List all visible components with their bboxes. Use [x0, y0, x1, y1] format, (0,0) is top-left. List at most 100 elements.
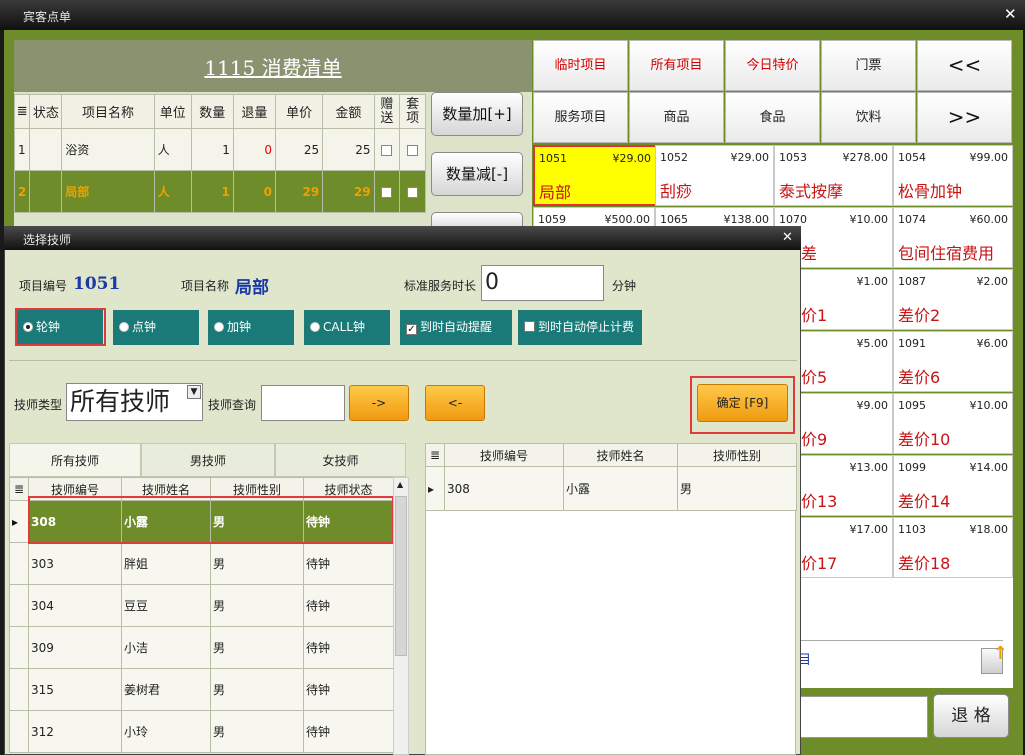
qty-add-button[interactable]: 数量加[+]	[431, 92, 523, 136]
tech-sex: 男	[210, 668, 304, 711]
row-gift-checkbox[interactable]	[373, 170, 401, 213]
std-time-input[interactable]: 0	[481, 265, 604, 301]
cat-today-special[interactable]: 今日特价	[725, 40, 820, 91]
bill-col-set: 套项	[399, 94, 426, 129]
tech-scrollbar[interactable]: ▲	[393, 477, 409, 755]
row-unit: 人	[153, 170, 192, 213]
table-row[interactable]: 309 小洁 男 待钟	[9, 626, 394, 669]
item-tile-1074[interactable]: 1074 ¥60.00 包间住宿费用	[893, 207, 1013, 268]
tile-price: ¥9.00	[856, 399, 889, 412]
scroll-up-icon[interactable]: ▲	[397, 480, 403, 489]
arrow-right-button[interactable]: ->	[349, 385, 409, 421]
row-amount: 29	[322, 170, 375, 213]
tile-code: 1087	[898, 275, 926, 288]
table-row[interactable]: 304 豆豆 男 待钟	[9, 584, 394, 627]
bill-col-qty: 数量	[190, 94, 234, 129]
table-row[interactable]: 1 浴资 人 1 0 25 25	[13, 128, 426, 171]
item-tile-1051[interactable]: 1051 ¥29.00 局部	[533, 145, 657, 206]
tech-search-input[interactable]	[261, 385, 345, 421]
tile-price: ¥17.00	[849, 523, 889, 536]
tech-col-id: 技师编号	[28, 477, 122, 501]
tile-name: 价5	[801, 368, 828, 387]
radio-icon	[214, 322, 224, 332]
qty-sub-button[interactable]: 数量减[-]	[431, 152, 523, 196]
table-row[interactable]: 312 小玲 男 待钟	[9, 710, 394, 753]
bill-col-return: 退量	[232, 94, 276, 129]
main-close-icon[interactable]: ✕	[1004, 7, 1017, 22]
dialog-title: 选择技师	[23, 233, 72, 247]
confirm-button[interactable]: 确定 [F9]	[697, 384, 788, 422]
tech-state: 待钟	[303, 500, 394, 543]
item-tile-1103[interactable]: 1103 ¥18.00 差价18	[893, 517, 1013, 578]
bill-row-header-icon: ≣	[13, 94, 31, 129]
tile-price: ¥99.00	[969, 151, 1009, 164]
tile-code: 1095	[898, 399, 926, 412]
cat-goods[interactable]: 商品	[629, 92, 724, 143]
cat-prev-button[interactable]: <<	[917, 40, 1012, 91]
item-tile-1095[interactable]: 1095 ¥10.00 差价10	[893, 393, 1013, 454]
item-tile-1091[interactable]: 1091 ¥6.00 差价6	[893, 331, 1013, 392]
dialog-close-icon[interactable]: ✕	[782, 230, 793, 245]
bill-title: 1115 消费清单	[204, 56, 342, 80]
tile-name: 松骨加钟	[898, 182, 963, 201]
upload-icon[interactable]: ↑	[981, 643, 1008, 674]
row-price: 29	[274, 170, 324, 213]
table-row[interactable]: 303 胖姐 男 待钟	[9, 542, 394, 585]
cat-drinks[interactable]: 饮料	[821, 92, 916, 143]
tech-id: 303	[28, 542, 122, 585]
bill-header: 1115 消费清单	[14, 40, 532, 92]
table-row[interactable]: 2 局部 人 1 0 29 29	[13, 170, 426, 213]
row-unit: 人	[153, 128, 192, 171]
table-row[interactable]: 315 姜树君 男 待钟	[9, 668, 394, 711]
arrow-left-button[interactable]: <-	[425, 385, 485, 421]
table-row[interactable]: ▸ 308 小露 男 待钟	[9, 500, 394, 543]
tech-sex: 男	[210, 500, 304, 543]
bill-col-name: 项目名称	[61, 94, 155, 129]
tech-id: 309	[28, 626, 122, 669]
row-set-checkbox[interactable]	[399, 170, 426, 213]
row-set-checkbox[interactable]	[399, 128, 426, 171]
tab-male-techs[interactable]: 男技师	[141, 443, 275, 477]
chevron-down-icon[interactable]: ▼	[187, 385, 201, 399]
tile-price: ¥10.00	[969, 399, 1009, 412]
radio-label: CALL钟	[323, 320, 365, 334]
check-label: 到时自动提醒	[420, 320, 493, 334]
item-code-label: 项目编号	[19, 279, 68, 293]
radio-call-clock[interactable]: CALL钟	[304, 310, 390, 345]
tab-all-techs[interactable]: 所有技师	[9, 443, 141, 477]
tech-id: 315	[28, 668, 122, 711]
radio-point-clock[interactable]: 点钟	[113, 310, 199, 345]
cat-tickets[interactable]: 门票	[821, 40, 916, 91]
scroll-thumb[interactable]	[395, 496, 407, 656]
cat-temp-items[interactable]: 临时项目	[533, 40, 628, 91]
item-tile-1087[interactable]: 1087 ¥2.00 差价2	[893, 269, 1013, 330]
item-tile-1099[interactable]: 1099 ¥14.00 差价14	[893, 455, 1013, 516]
radio-rotation-clock[interactable]: 轮钟	[17, 310, 103, 345]
tech-col-state: 技师状态	[303, 477, 394, 501]
tech-name: 小玲	[121, 710, 211, 753]
cat-food[interactable]: 食品	[725, 92, 820, 143]
cat-service-items[interactable]: 服务项目	[533, 92, 628, 143]
item-tile-1052[interactable]: 1052 ¥29.00 刮痧	[655, 145, 774, 206]
tile-price: ¥138.00	[723, 213, 770, 226]
row-gift-checkbox[interactable]	[373, 128, 401, 171]
cat-all-items[interactable]: 所有项目	[629, 40, 724, 91]
row-name: 局部	[61, 170, 155, 213]
check-auto-remind[interactable]: ✓ 到时自动提醒	[400, 310, 512, 345]
radio-add-clock[interactable]: 加钟	[208, 310, 294, 345]
checkbox-icon	[524, 321, 535, 332]
chosen-col-name: 技师姓名	[563, 443, 678, 467]
item-tile-1054[interactable]: 1054 ¥99.00 松骨加钟	[893, 145, 1013, 206]
keypad-display[interactable]	[800, 696, 928, 738]
tab-female-techs[interactable]: 女技师	[275, 443, 406, 477]
tech-type-select[interactable]: 所有技师 ▼	[66, 383, 203, 421]
row-gutter	[9, 584, 29, 627]
tech-type-value: 所有技师	[70, 387, 171, 416]
item-tile-1053[interactable]: 1053 ¥278.00 泰式按摩	[774, 145, 893, 206]
table-row[interactable]: ▸ 308 小露 男	[425, 466, 797, 511]
chosen-col-sex: 技师性别	[677, 443, 797, 467]
cat-next-button[interactable]: >>	[917, 92, 1012, 143]
check-auto-stop[interactable]: 到时自动停止计费	[518, 310, 642, 345]
backspace-button[interactable]: 退 格	[933, 694, 1009, 738]
tile-code: 1074	[898, 213, 926, 226]
